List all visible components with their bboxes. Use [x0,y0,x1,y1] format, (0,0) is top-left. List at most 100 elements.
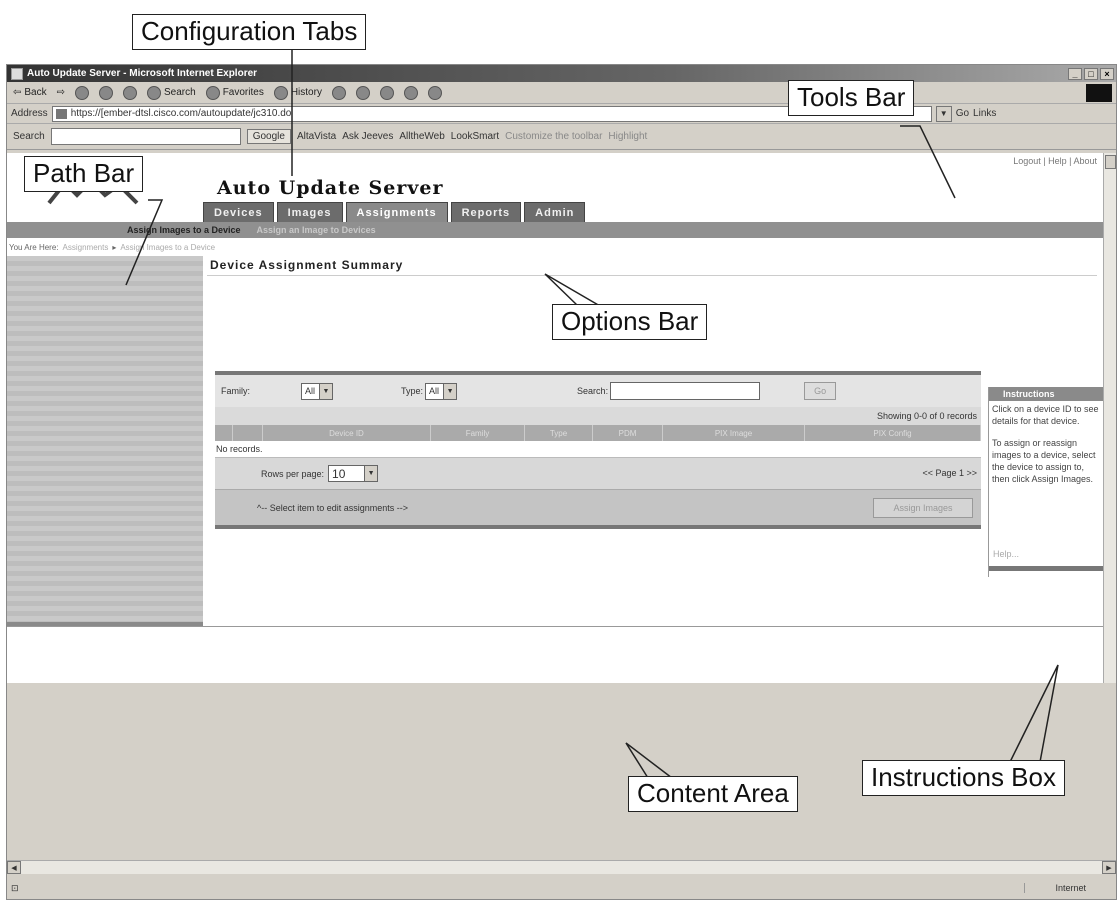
tab-images[interactable]: Images [276,202,343,222]
family-label: Family: [221,386,250,396]
path-prefix: You Are Here: [9,242,59,252]
table-header: Device ID Family Type PDM PIX Image PIX … [215,425,981,441]
google-item-alltheweb[interactable]: AlltheWeb [399,131,444,142]
print-icon[interactable] [355,85,370,100]
minimize-button[interactable]: _ [1068,67,1082,80]
go-button[interactable]: Go [956,108,969,119]
type-select[interactable]: All ▼ [425,382,458,400]
address-bar: Address https://[ember-dtsl.cisco.com/au… [7,104,1116,124]
callout-tools-bar: Tools Bar [788,80,915,116]
tab-devices[interactable]: Devices [203,202,274,222]
page-navigation[interactable]: << Page 1 >> [922,468,977,478]
go-button[interactable]: Go [804,382,837,400]
edit-icon[interactable] [379,85,394,100]
scroll-up-icon[interactable] [1105,155,1116,169]
search-input[interactable] [610,382,761,400]
security-zone: Internet [1024,883,1086,893]
option-assign-images-to-device[interactable]: Assign Images to a Device [127,225,241,235]
path-bar: You Are Here: Assignments ▸ Assign Image… [7,240,1105,254]
callout-path-bar: Path Bar [24,156,144,192]
chevron-down-icon: ▼ [443,383,457,399]
horizontal-scrollbar[interactable]: ◀ ▶ [7,860,1116,874]
google-item-askjeeves[interactable]: Ask Jeeves [342,131,393,142]
options-bar: Assign Images to a Device Assign an Imag… [7,222,1105,238]
path-item-assignments[interactable]: Assignments [63,243,109,252]
google-search-input[interactable] [50,128,241,145]
tab-reports[interactable]: Reports [450,202,522,222]
callout-configuration-tabs: Configuration Tabs [132,14,367,50]
favorites-button[interactable]: Favorites [205,85,264,100]
maximize-button[interactable]: □ [1084,67,1098,80]
close-button[interactable]: × [1100,67,1114,80]
favorites-icon [205,85,220,100]
instructions-text-2: To assign or reassign images to a device… [992,438,1096,484]
header-family[interactable]: Family [431,425,525,441]
section-title: Device Assignment Summary [210,258,404,272]
search-icon [147,85,162,100]
device-assignment-table: Family: All ▼ Type: All ▼ Search: Go Showi… [215,371,981,631]
home-icon[interactable] [123,85,138,100]
address-label: Address [11,108,48,119]
customize-toolbar-button[interactable]: Customize the toolbar [505,131,602,142]
tab-admin[interactable]: Admin [524,202,586,222]
configuration-tabs: Devices Images Assignments Reports Admin [203,202,588,222]
tab-assignments[interactable]: Assignments [345,202,448,222]
scroll-right-icon[interactable]: ▶ [1102,861,1116,874]
rows-per-page-select[interactable]: 10 ▼ [328,465,379,482]
history-button[interactable]: History [273,85,322,100]
back-label: Back [24,87,47,98]
google-item-altavista[interactable]: AltaVista [297,131,336,142]
discuss-icon[interactable] [403,85,418,100]
top-links[interactable]: Logout | Help | About [1013,156,1097,166]
search-button[interactable]: Search [147,85,196,100]
rows-per-page-label: Rows per page: [261,468,325,479]
scroll-left-icon[interactable]: ◀ [7,861,21,874]
history-icon [273,85,288,100]
window-title: Auto Update Server - Microsoft Internet … [27,68,258,79]
status-bar: ⊡ Internet [7,877,1116,899]
google-item-looksmart[interactable]: LookSmart [451,131,499,142]
mail-icon[interactable] [331,85,346,100]
google-toolbar: Search Google AltaVista Ask Jeeves Allth… [7,124,1116,150]
header-pix-config[interactable]: PIX Config [805,425,981,441]
web-page: Logout | Help | About Auto Update Server… [7,153,1105,683]
family-select-value: All [305,386,316,396]
callout-options-bar: Options Bar [552,304,708,340]
family-select[interactable]: All ▼ [301,382,334,400]
google-search-button[interactable]: Google [246,129,291,144]
rows-per-page-value: 10 [332,466,346,481]
records-count: Showing 0-0 of 0 records [215,407,981,425]
type-label: Type: [401,386,424,396]
option-assign-image-to-devices[interactable]: Assign an Image to Devices [257,225,376,235]
left-panel [7,256,203,626]
chevron-down-icon: ▼ [364,466,378,481]
stop-icon[interactable] [75,85,90,100]
header-pdm[interactable]: PDM [593,425,663,441]
assign-images-button[interactable]: Assign Images [873,498,973,518]
type-select-value: All [429,386,440,396]
pagination-row: Rows per page: 10 ▼ << Page 1 >> [215,457,981,489]
links-button[interactable]: Links [973,108,996,119]
header-device-id[interactable]: Device ID [263,425,431,441]
windows-logo-icon [1086,83,1112,102]
callout-content-area: Content Area [628,776,798,812]
address-dropdown[interactable]: ▼ [935,105,952,122]
forward-button[interactable]: ⇨ [57,87,65,98]
help-link[interactable]: Help... [993,549,1019,559]
highlight-button[interactable]: Highlight [608,131,647,142]
browser-toolbar: ⇦ Back ⇨ Search Favorites History [7,82,1116,104]
vertical-scrollbar[interactable] [1103,153,1116,683]
path-item-current: Assign Images to a Device [120,242,216,252]
instructions-text-1: Click on a device ID to see details for … [992,404,1099,426]
back-button[interactable]: ⇦ Back [13,87,47,98]
refresh-icon[interactable] [99,85,114,100]
header-spacer [215,425,233,441]
header-type[interactable]: Type [525,425,593,441]
path-separator-icon: ▸ [112,242,117,252]
google-search-label[interactable]: Search [13,131,45,142]
messenger-icon[interactable] [427,85,442,100]
instructions-title: Instructions [989,387,1105,401]
app-title: Auto Update Server [217,177,444,199]
header-pix-image[interactable]: PIX Image [663,425,805,441]
filter-row: Family: All ▼ Type: All ▼ Search: Go [215,375,981,407]
